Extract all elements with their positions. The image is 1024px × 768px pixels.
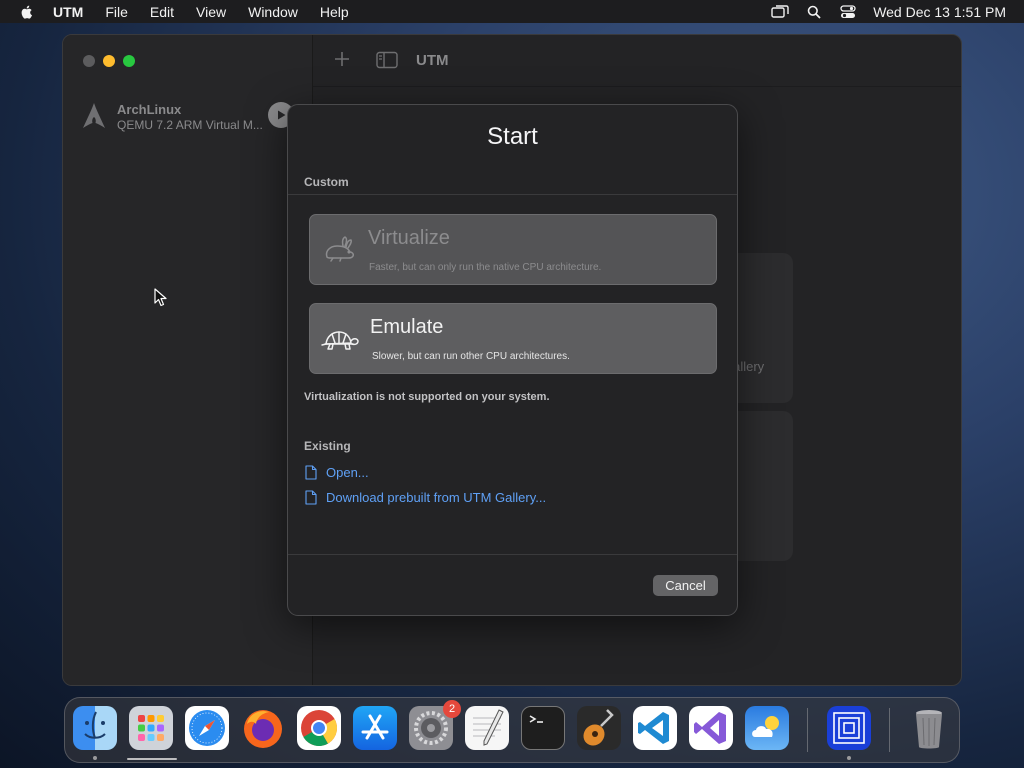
- dock-garageband[interactable]: [577, 706, 621, 750]
- virtualize-button[interactable]: Virtualize Faster, but can only run the …: [309, 214, 717, 285]
- rabbit-icon: [325, 236, 354, 262]
- custom-section-label: Custom: [304, 175, 349, 189]
- finder-icon: [84, 711, 106, 739]
- dialog-title: Start: [487, 123, 538, 150]
- vm-name: ArchLinux: [117, 102, 182, 117]
- dock-textedit[interactable]: [465, 706, 509, 750]
- menu-clock[interactable]: Wed Dec 13 1:51 PM: [873, 4, 1006, 20]
- menu-file[interactable]: File: [105, 4, 128, 20]
- play-icon: [278, 110, 286, 120]
- dock-system-settings[interactable]: 2: [409, 700, 461, 750]
- menu-bar: UTM File Edit View Window Help Wed Dec 1…: [0, 0, 1024, 23]
- screen-mirroring-icon[interactable]: [771, 4, 789, 19]
- cancel-button[interactable]: Cancel: [653, 575, 718, 596]
- dock-running-indicator: [847, 756, 851, 760]
- dock-launch-indicator: [127, 758, 177, 760]
- dock-terminal[interactable]: [521, 706, 565, 750]
- menu-help[interactable]: Help: [320, 4, 349, 20]
- visual-studio-icon: [694, 712, 726, 744]
- document-icon: [305, 464, 317, 480]
- dock-firefox[interactable]: [241, 706, 285, 750]
- safari-icon: [189, 710, 225, 746]
- launchpad-icon: [138, 715, 164, 741]
- dock-vscode[interactable]: [633, 706, 677, 750]
- start-dialog: Start Custom Virtualize Faster, but can …: [287, 104, 738, 616]
- open-link-label[interactable]: Open...: [326, 465, 369, 480]
- chrome-icon: [301, 710, 338, 747]
- dock-visual-studio[interactable]: [689, 706, 733, 750]
- sidebar: ArchLinux QEMU 7.2 ARM Virtual M...: [63, 35, 313, 685]
- dock-separator: [889, 708, 890, 752]
- dock-separator: [807, 708, 808, 752]
- guitar-icon: [583, 709, 614, 746]
- weather-icon: [752, 716, 779, 737]
- toolbar: UTM: [313, 35, 961, 87]
- zoom-window-button[interactable]: [123, 55, 135, 67]
- trash-icon: [916, 710, 942, 749]
- app-store-icon: [361, 714, 389, 740]
- dock-chrome[interactable]: [297, 706, 341, 750]
- textedit-icon: [473, 709, 504, 746]
- menu-window[interactable]: Window: [248, 4, 298, 20]
- control-center-icon[interactable]: [839, 4, 857, 19]
- emulate-description: Slower, but can run other CPU architectu…: [372, 351, 570, 362]
- virtualize-description: Faster, but can only run the native CPU …: [369, 262, 602, 273]
- menu-app-name[interactable]: UTM: [53, 4, 83, 20]
- search-icon[interactable]: [805, 5, 823, 19]
- archlinux-logo-icon: [83, 103, 105, 128]
- dock-trash[interactable]: [907, 706, 951, 750]
- turtle-icon: [321, 331, 359, 350]
- dock-running-indicator: [93, 756, 97, 760]
- document-icon: [305, 489, 317, 505]
- footer-divider: [288, 554, 737, 555]
- dock-finder[interactable]: [73, 706, 117, 750]
- dock-launchpad[interactable]: [129, 706, 173, 750]
- apple-icon[interactable]: [19, 4, 35, 20]
- close-window-button[interactable]: [83, 55, 95, 67]
- emulate-title: Emulate: [370, 316, 444, 338]
- dock-utm[interactable]: [827, 706, 871, 750]
- dock-safari[interactable]: [185, 706, 229, 750]
- existing-section-label: Existing: [304, 439, 351, 453]
- sidebar-item-archlinux[interactable]: ArchLinux QEMU 7.2 ARM Virtual M...: [79, 101, 309, 137]
- sidebar-toggle-icon[interactable]: [376, 51, 398, 69]
- virtualize-title: Virtualize: [368, 227, 450, 249]
- dock-app-store[interactable]: [353, 706, 397, 750]
- vm-subtitle: QEMU 7.2 ARM Virtual M...: [117, 118, 263, 132]
- menu-edit[interactable]: Edit: [150, 4, 174, 20]
- menu-view[interactable]: View: [196, 4, 226, 20]
- emulate-button[interactable]: Emulate Slower, but can run other CPU ar…: [309, 303, 717, 374]
- download-gallery-link[interactable]: Download prebuilt from UTM Gallery...: [305, 488, 546, 506]
- firefox-icon: [244, 710, 282, 748]
- window-controls: [83, 55, 135, 67]
- open-link[interactable]: Open...: [305, 463, 369, 481]
- section-divider: [288, 194, 737, 195]
- toolbar-title: UTM: [416, 52, 449, 69]
- minimize-window-button[interactable]: [103, 55, 115, 67]
- mouse-cursor-icon: [154, 288, 167, 307]
- terminal-icon: [529, 715, 543, 723]
- utm-icon: [833, 712, 865, 744]
- dock-weather[interactable]: [745, 706, 789, 750]
- notification-badge: 2: [443, 700, 461, 718]
- vscode-icon: [638, 712, 669, 744]
- virtualization-notice: Virtualization is not supported on your …: [304, 391, 550, 403]
- add-icon[interactable]: [332, 49, 352, 69]
- download-gallery-link-label[interactable]: Download prebuilt from UTM Gallery...: [326, 490, 546, 505]
- dock: 2: [64, 697, 960, 763]
